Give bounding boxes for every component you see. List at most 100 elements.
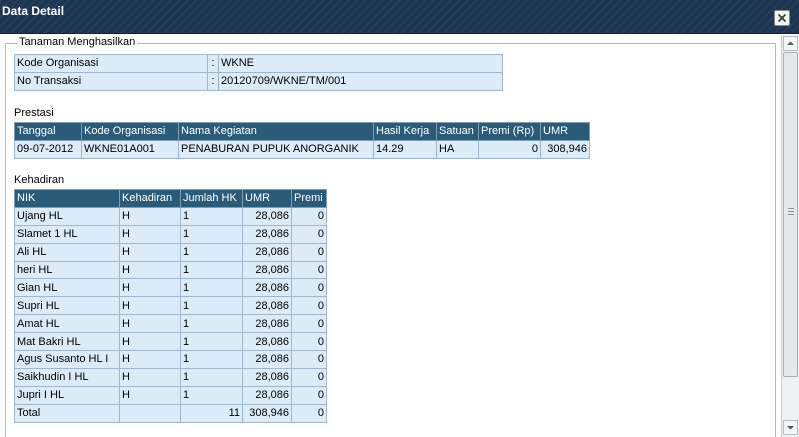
table-row: heri HL H 1 28,086 0 bbox=[14, 260, 327, 280]
table-cell: 0 bbox=[291, 224, 327, 244]
table-header-row: Tanggal Kode Organisasi Nama Kegiatan Ha… bbox=[14, 122, 590, 141]
close-icon bbox=[777, 13, 787, 23]
table-cell: 0 bbox=[291, 314, 327, 334]
scroll-down-button[interactable] bbox=[783, 420, 798, 435]
table-cell: H bbox=[119, 385, 181, 405]
table-cell: 1 bbox=[180, 224, 243, 244]
table-cell: 0 bbox=[291, 367, 327, 387]
table-cell: H bbox=[119, 296, 181, 316]
kehadiran-heading: Kehadiran bbox=[14, 174, 65, 186]
table-cell: H bbox=[119, 206, 181, 226]
table-cell: 28,086 bbox=[242, 332, 292, 352]
column-header: Premi (Rp) bbox=[478, 122, 541, 141]
table-cell: Saikhudin I HL bbox=[14, 367, 120, 387]
table-cell: Ujang HL bbox=[14, 206, 120, 226]
table-cell: 1 bbox=[180, 278, 243, 298]
total-empty-cell bbox=[119, 403, 181, 423]
table-row: Jupri I HL H 1 28,086 0 bbox=[14, 385, 327, 405]
table-cell: Gian HL bbox=[14, 278, 120, 298]
window-titlebar: Data Detail bbox=[0, 0, 799, 34]
table-cell: 1 bbox=[180, 314, 243, 334]
table-cell: 14.29 bbox=[373, 140, 437, 159]
table-cell: 09-07-2012 bbox=[14, 140, 82, 159]
table-cell: 0 bbox=[291, 278, 327, 298]
table-cell: Mat Bakri HL bbox=[14, 332, 120, 352]
info-separator: : bbox=[207, 72, 219, 91]
table-row: 09-07-2012 WKNE01A001 PENABURAN PUPUK AN… bbox=[14, 140, 590, 159]
info-label: Kode Organisasi bbox=[14, 54, 208, 73]
total-jumlah-hk: 11 bbox=[180, 403, 243, 423]
table-cell: 0 bbox=[291, 260, 327, 280]
table-cell: 28,086 bbox=[242, 367, 292, 387]
table-header-row: NIK Kehadiran Jumlah HK UMR Premi bbox=[14, 189, 327, 208]
table-cell: 1 bbox=[180, 260, 243, 280]
table-cell: 28,086 bbox=[242, 278, 292, 298]
column-header: Kode Organisasi bbox=[81, 122, 179, 141]
info-row: Kode Organisasi : WKNE bbox=[14, 54, 503, 73]
table-cell: HA bbox=[436, 140, 479, 159]
column-header: Satuan bbox=[436, 122, 479, 141]
table-cell: 1 bbox=[180, 206, 243, 226]
total-umr: 308,946 bbox=[242, 403, 292, 423]
table-row: Amat HL H 1 28,086 0 bbox=[14, 314, 327, 334]
column-header: Kehadiran bbox=[119, 189, 181, 208]
table-row: Agus Susanto HL I H 1 28,086 0 bbox=[14, 350, 327, 369]
table-cell: H bbox=[119, 332, 181, 352]
table-cell: 28,086 bbox=[242, 260, 292, 280]
vertical-scrollbar[interactable] bbox=[781, 35, 799, 437]
table-cell: H bbox=[119, 260, 181, 280]
table-row: Supri HL H 1 28,086 0 bbox=[14, 296, 327, 316]
table-cell: 0 bbox=[291, 385, 327, 405]
column-header: UMR bbox=[242, 189, 292, 208]
table-cell: H bbox=[119, 367, 181, 387]
table-cell: Ali HL bbox=[14, 242, 120, 262]
table-cell: 28,086 bbox=[242, 224, 292, 244]
kehadiran-table: NIK Kehadiran Jumlah HK UMR Premi Ujang … bbox=[14, 189, 327, 423]
column-header: Premi bbox=[291, 189, 327, 208]
table-row: Gian HL H 1 28,086 0 bbox=[14, 278, 327, 298]
table-cell: Agus Susanto HL I bbox=[14, 350, 120, 369]
column-header: Hasil Kerja bbox=[373, 122, 437, 141]
table-cell: 0 bbox=[291, 242, 327, 262]
scroll-thumb[interactable] bbox=[783, 52, 798, 377]
info-row: No Transaksi : 20120709/WKNE/TM/001 bbox=[14, 72, 503, 91]
arrow-up-icon bbox=[787, 41, 794, 45]
total-label: Total bbox=[14, 403, 120, 423]
table-cell: PENABURAN PUPUK ANORGANIK bbox=[178, 140, 374, 159]
table-cell: H bbox=[119, 224, 181, 244]
column-header: UMR bbox=[540, 122, 590, 141]
table-cell: 1 bbox=[180, 242, 243, 262]
table-cell: 1 bbox=[180, 332, 243, 352]
scroll-up-button[interactable] bbox=[783, 36, 798, 51]
info-table: Kode Organisasi : WKNE No Transaksi : 20… bbox=[14, 54, 503, 91]
prestasi-heading: Prestasi bbox=[14, 107, 54, 119]
table-cell: Supri HL bbox=[14, 296, 120, 316]
info-value: 20120709/WKNE/TM/001 bbox=[218, 72, 503, 91]
table-row: Ujang HL H 1 28,086 0 bbox=[14, 206, 327, 226]
table-cell: H bbox=[119, 242, 181, 262]
table-cell: heri HL bbox=[14, 260, 120, 280]
table-cell: 28,086 bbox=[242, 385, 292, 405]
fieldset-legend: Tanaman Menghasilkan bbox=[17, 36, 138, 48]
table-row: Saikhudin I HL H 1 28,086 0 bbox=[14, 367, 327, 387]
table-cell: H bbox=[119, 314, 181, 334]
table-cell: 1 bbox=[180, 350, 243, 369]
table-cell: WKNE01A001 bbox=[81, 140, 179, 159]
total-premi: 0 bbox=[291, 403, 327, 423]
table-cell: 28,086 bbox=[242, 242, 292, 262]
table-cell: 28,086 bbox=[242, 314, 292, 334]
info-value: WKNE bbox=[218, 54, 503, 73]
table-cell: 308,946 bbox=[540, 140, 590, 159]
table-cell: H bbox=[119, 350, 181, 369]
table-row: Slamet 1 HL H 1 28,086 0 bbox=[14, 224, 327, 244]
table-cell: 1 bbox=[180, 367, 243, 387]
total-row: Total 11 308,946 0 bbox=[14, 403, 327, 423]
close-button[interactable] bbox=[774, 10, 790, 26]
column-header: NIK bbox=[14, 189, 120, 208]
table-cell: 28,086 bbox=[242, 206, 292, 226]
table-cell: 28,086 bbox=[242, 350, 292, 369]
scroll-grip-icon bbox=[788, 208, 794, 217]
info-separator: : bbox=[207, 54, 219, 73]
column-header: Tanggal bbox=[14, 122, 82, 141]
table-cell: 28,086 bbox=[242, 296, 292, 316]
